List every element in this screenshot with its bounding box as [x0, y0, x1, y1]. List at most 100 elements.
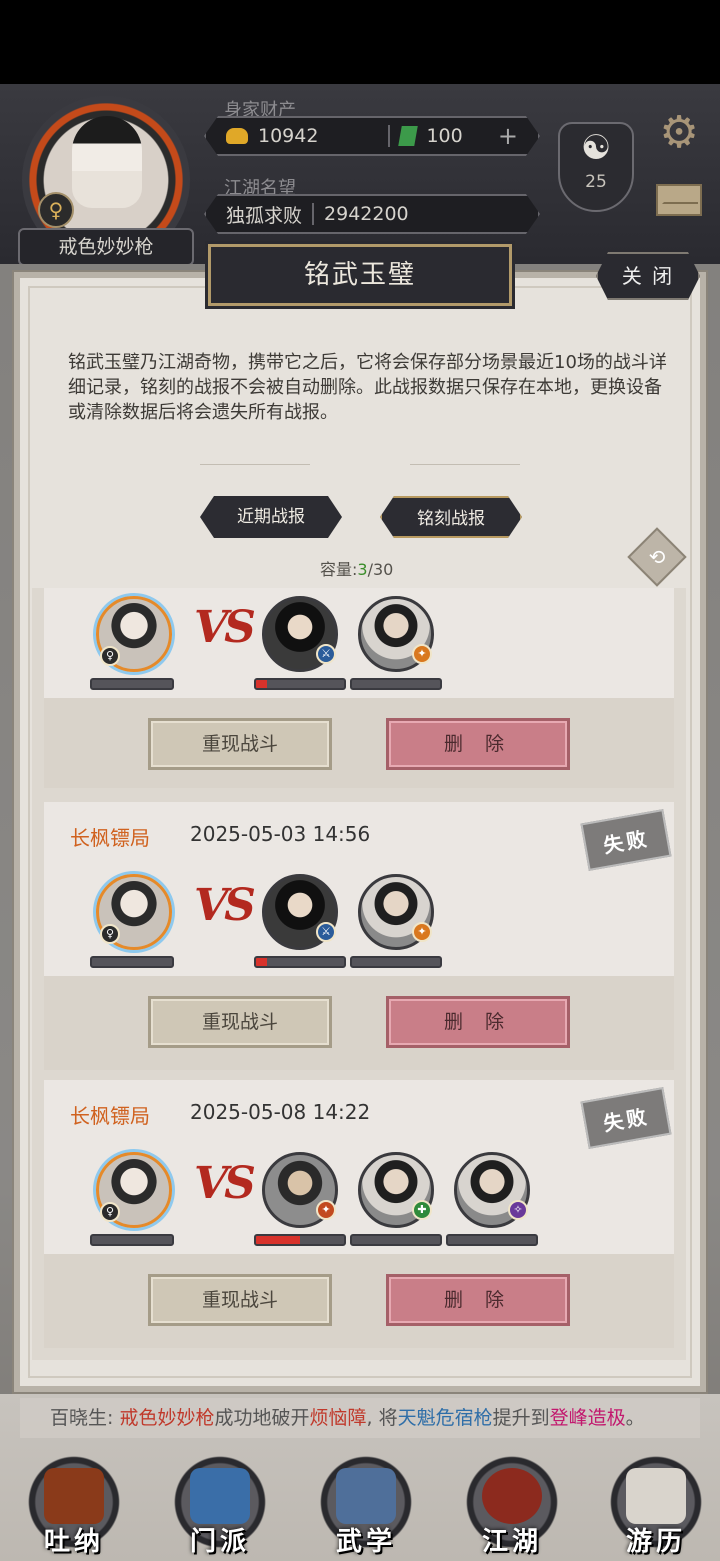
taiji-icon: ☯	[580, 128, 612, 168]
replay-battle-button[interactable]: 重现战斗	[148, 1274, 332, 1326]
ornament-divider-right	[410, 464, 520, 472]
enemy-hp-bar	[254, 678, 346, 690]
news-text: 提升到	[492, 1407, 550, 1429]
battle-record-card: ♀ VS ⚔ ✦ 重现战斗 删 除	[44, 588, 674, 788]
female-icon: ♀	[38, 192, 74, 228]
female-icon: ♀	[100, 1202, 120, 1222]
player-hp-bar	[90, 956, 174, 968]
news-suffix: 。	[625, 1407, 645, 1429]
fire-icon: ✦	[412, 922, 432, 942]
card-actions: 重现战斗 删 除	[44, 976, 674, 1070]
capacity-used: 3	[357, 560, 368, 579]
fame-value: 2942200	[324, 203, 409, 225]
news-ticker: 百晓生: 戒色妙妙枪成功地破开烦恼障, 将天魁危宿枪提升到登峰造极。	[20, 1398, 700, 1438]
poison-icon: ✧	[508, 1200, 528, 1220]
meditation-icon	[44, 1468, 104, 1524]
nav-tuna[interactable]: 吐纳	[18, 1446, 130, 1558]
nav-travel[interactable]: 游历	[600, 1446, 712, 1558]
martial-book-icon	[336, 1468, 396, 1524]
news-rank: 登峰造极	[549, 1407, 626, 1429]
battle-record-list[interactable]: ♀ VS ⚔ ✦ 重现战斗 删 除 长枫镖局 2025-05-03 14:56 …	[32, 588, 686, 1360]
news-player: 戒色妙妙枪	[119, 1407, 215, 1429]
tab-engraved-reports[interactable]: 铭刻战报	[380, 496, 522, 538]
delete-record-button[interactable]: 删 除	[386, 1274, 570, 1326]
battle-record-card: 长枫镖局 2025-05-03 14:56 失败 ♀ VS ⚔ ✦ 重现战斗 删…	[44, 802, 674, 1070]
divider	[312, 203, 314, 225]
news-text: 成功地破开	[214, 1407, 310, 1429]
vs-mark: VS	[194, 1158, 256, 1209]
tab-recent-reports[interactable]: 近期战报	[200, 496, 342, 538]
record-location: 长枫镖局	[70, 826, 150, 850]
vs-mark: VS	[194, 880, 256, 931]
gear-icon[interactable]: ⚙	[654, 108, 704, 158]
avatar-portrait	[72, 116, 142, 208]
female-icon: ♀	[100, 646, 120, 666]
refresh-icon: ⟲	[648, 545, 666, 569]
leaf-icon: ✚	[412, 1200, 432, 1220]
enemy-hp-bar	[254, 1234, 346, 1246]
battle-record-card: 长枫镖局 2025-05-08 14:22 失败 ♀ VS ✦ ✚ ✧ 重现战斗…	[44, 1080, 674, 1348]
nav-label: 武学	[335, 1527, 396, 1557]
divider	[388, 125, 390, 147]
news-skill: 天魁危宿枪	[397, 1407, 493, 1429]
fire-icon: ✦	[412, 644, 432, 664]
jade-icon	[399, 126, 419, 146]
sect-icon	[190, 1468, 250, 1524]
status-bar	[0, 0, 720, 84]
news-obstacle: 烦恼障	[309, 1407, 367, 1429]
enemy-hp-bar	[446, 1234, 538, 1246]
card-battle-area: ♀ VS ⚔ ✦	[44, 588, 674, 698]
ornament-divider-left	[200, 464, 310, 472]
capacity-readout: 容量:3/30	[320, 556, 393, 580]
nav-label: 游历	[625, 1527, 686, 1557]
sword-icon: ⚔	[316, 922, 336, 942]
nav-label: 吐纳	[43, 1527, 104, 1557]
player-name[interactable]: 戒色妙妙枪	[18, 228, 194, 266]
player-hp-bar	[90, 1234, 174, 1246]
card-actions: 重现战斗 删 除	[44, 698, 674, 788]
close-button[interactable]: 关 闭	[596, 252, 700, 300]
nav-jianghu[interactable]: 江湖	[456, 1446, 568, 1558]
vs-mark: VS	[194, 602, 256, 653]
record-location: 长枫镖局	[70, 1104, 150, 1128]
record-time: 2025-05-08 14:22	[190, 1100, 371, 1124]
replay-battle-button[interactable]: 重现战斗	[148, 718, 332, 770]
replay-battle-button[interactable]: 重现战斗	[148, 996, 332, 1048]
nav-label: 门派	[189, 1527, 250, 1557]
player-hp-bar	[90, 678, 174, 690]
player-level: 25	[585, 172, 607, 192]
nav-sect[interactable]: 门派	[164, 1446, 276, 1558]
record-time: 2025-05-03 14:56	[190, 822, 371, 846]
modal-description: 铭武玉璧乃江湖奇物，携带它之后，它将会保存部分场景最近10场的战斗详细记录，铭刻…	[68, 352, 667, 423]
top-hud: ♀ 戒色妙妙枪 身家财产 10942 100 + 江湖名望 独孤求败 29422…	[0, 84, 720, 266]
card-battle-area: 长枫镖局 2025-05-03 14:56 失败 ♀ VS ⚔ ✦	[44, 802, 674, 976]
enemy-hp-bar	[350, 956, 442, 968]
capacity-label: 容量:	[320, 560, 358, 579]
modal-title: 铭武玉璧	[208, 244, 512, 306]
news-text: , 将	[366, 1407, 398, 1429]
nav-label: 江湖	[481, 1527, 542, 1557]
jade-amount: 100	[426, 125, 463, 147]
horse-icon	[626, 1468, 686, 1524]
delete-record-button[interactable]: 删 除	[386, 996, 570, 1048]
enemy-hp-bar	[350, 1234, 442, 1246]
news-prefix: 百晓生:	[50, 1407, 120, 1429]
jianghu-hat-icon	[482, 1468, 542, 1524]
card-battle-area: 长枫镖局 2025-05-08 14:22 失败 ♀ VS ✦ ✚ ✧	[44, 1080, 674, 1254]
nav-martial[interactable]: 武学	[310, 1446, 422, 1558]
fame-bar: 独孤求败 2942200	[204, 194, 540, 234]
flame-icon: ✦	[316, 1200, 336, 1220]
add-currency-button[interactable]: +	[498, 122, 518, 150]
mail-icon[interactable]	[656, 184, 702, 216]
level-badge[interactable]: ☯ 25	[558, 122, 634, 212]
female-icon: ♀	[100, 924, 120, 944]
fame-title: 独孤求败	[226, 204, 303, 227]
sword-icon: ⚔	[316, 644, 336, 664]
currency-bar: 10942 100 +	[204, 116, 540, 156]
enemy-hp-bar	[254, 956, 346, 968]
card-actions: 重现战斗 删 除	[44, 1254, 674, 1348]
result-stamp: 失败	[580, 1087, 672, 1149]
gold-ingot-icon	[226, 128, 248, 144]
result-stamp: 失败	[580, 809, 672, 871]
delete-record-button[interactable]: 删 除	[386, 718, 570, 770]
